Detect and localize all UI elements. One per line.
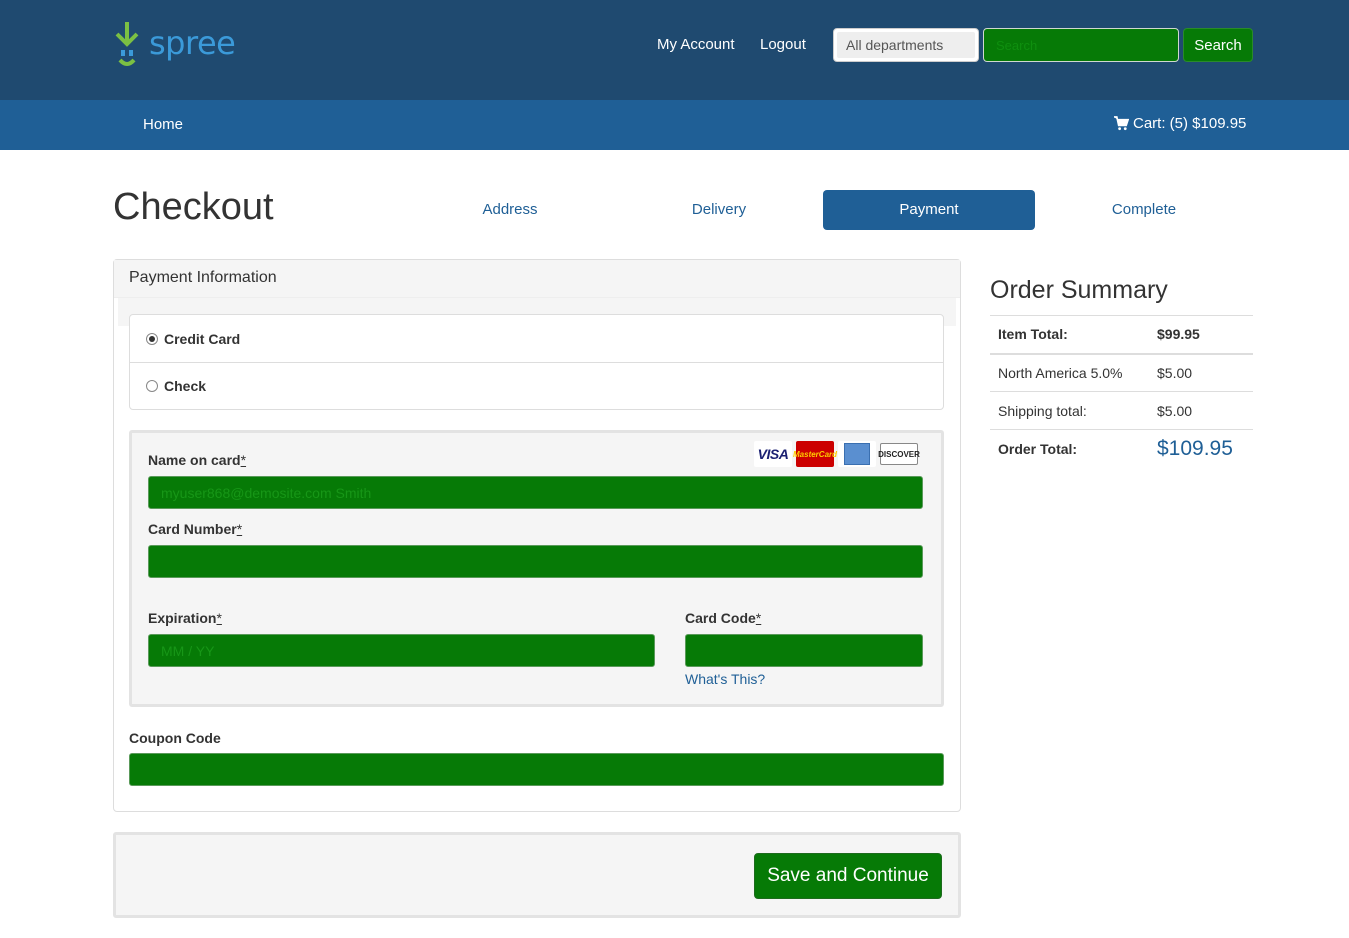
cart-link[interactable]: Cart: (5) $109.95 <box>1114 115 1246 132</box>
form-actions: Save and Continue <box>113 832 961 918</box>
save-and-continue-button[interactable]: Save and Continue <box>754 853 942 899</box>
coupon-code-input[interactable] <box>129 753 944 786</box>
visa-icon: VISA <box>754 441 792 467</box>
summary-row-order-total: Order Total: $109.95 <box>990 429 1253 468</box>
payment-methods: Credit Card Check <box>129 314 944 410</box>
step-delivery[interactable]: Delivery <box>613 190 825 230</box>
credit-card-label: Credit Card <box>164 330 241 347</box>
method-credit-card[interactable]: Credit Card <box>130 315 943 362</box>
summary-value: $99.95 <box>1149 315 1253 355</box>
check-label: Check <box>164 378 207 394</box>
card-code-input[interactable] <box>685 634 923 667</box>
name-on-card-label: Name on card* <box>148 452 247 468</box>
search-input[interactable] <box>983 28 1179 62</box>
whats-this-link[interactable]: What's This? <box>685 671 765 687</box>
summary-label: Order Total: <box>998 440 1078 457</box>
summary-label: Shipping total: <box>998 402 1087 419</box>
card-number-input[interactable] <box>148 545 923 578</box>
payment-heading: Payment Information <box>114 260 960 298</box>
summary-value: $5.00 <box>1157 402 1193 419</box>
summary-value: $5.00 <box>1157 364 1193 381</box>
cart-icon <box>1114 116 1129 131</box>
expiration-label: Expiration* <box>148 610 222 626</box>
order-total-value: $109.95 <box>1157 436 1233 460</box>
summary-row-shipping: Shipping total: $5.00 <box>990 391 1253 430</box>
spree-logo-icon <box>115 22 139 66</box>
check-radio[interactable] <box>146 380 158 392</box>
department-select-value: All departments <box>837 32 975 58</box>
department-select[interactable]: All departments <box>833 28 979 62</box>
summary-label: North America 5.0% <box>998 364 1123 381</box>
credit-card-radio[interactable] <box>146 332 158 345</box>
my-account-link[interactable]: My Account <box>657 36 735 53</box>
search-button[interactable]: Search <box>1183 28 1253 62</box>
logout-link[interactable]: Logout <box>760 36 806 53</box>
step-complete[interactable]: Complete <box>1038 190 1250 230</box>
payment-panel: Payment Information Credit Card Check VI… <box>113 259 961 812</box>
order-summary-table: Item Total: $99.95 North America 5.0% $5… <box>990 315 1253 468</box>
method-check[interactable]: Check <box>130 362 943 409</box>
card-code-label: Card Code* <box>685 610 762 626</box>
card-number-label: Card Number* <box>148 521 243 537</box>
summary-row-tax: North America 5.0% $5.00 <box>990 353 1253 392</box>
top-header: spree My Account Logout All departments … <box>0 0 1349 100</box>
spree-logo[interactable]: spree <box>113 20 236 72</box>
card-details: VISA MasterCard DISCOVER Name on card* C… <box>129 430 944 707</box>
mastercard-icon: MasterCard <box>793 441 837 467</box>
summary-label: Item Total: <box>990 315 1149 355</box>
page-title: Checkout <box>113 186 274 228</box>
brand-name: spree <box>149 24 236 62</box>
discover-icon: DISCOVER <box>878 443 920 465</box>
cart-summary: Cart: (5) $109.95 <box>1133 115 1247 132</box>
card-brand-logos: VISA MasterCard DISCOVER <box>754 441 920 467</box>
main-nav: Home Cart: (5) $109.95 <box>0 100 1349 150</box>
order-summary-title: Order Summary <box>990 276 1168 304</box>
amex-icon <box>838 441 876 467</box>
name-on-card-input[interactable] <box>148 476 923 509</box>
step-payment[interactable]: Payment <box>823 190 1035 230</box>
summary-row-item-total: Item Total: $99.95 <box>990 315 1253 355</box>
home-link[interactable]: Home <box>143 116 183 133</box>
coupon-code-label: Coupon Code <box>129 730 221 746</box>
step-address[interactable]: Address <box>404 190 616 230</box>
expiration-input[interactable] <box>148 634 655 667</box>
